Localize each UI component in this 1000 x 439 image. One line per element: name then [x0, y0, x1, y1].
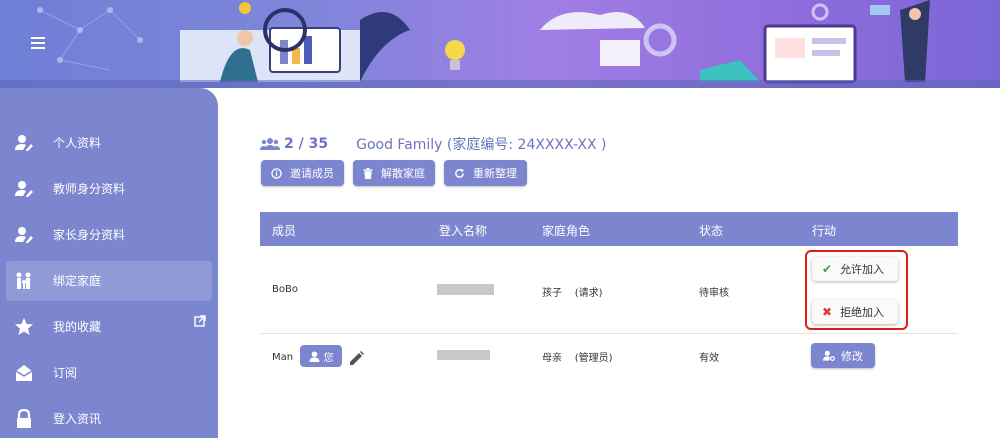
family-header: 2 / 35 Good Family (家庭编号: 24XXXX-XX )	[260, 134, 606, 154]
column-header: 家庭角色	[542, 224, 591, 238]
lock-icon	[17, 409, 31, 428]
sidebar-item-label: 登入资讯	[53, 412, 102, 426]
column-header: 登入名称	[439, 224, 488, 238]
user-edit-icon	[15, 135, 33, 151]
refresh-icon	[455, 168, 464, 178]
dissolve-family-button[interactable]: 解散家庭	[353, 160, 435, 186]
sidebar-item-label: 个人资料	[53, 136, 102, 150]
users-icon	[260, 138, 280, 150]
redacted-login-name	[437, 350, 490, 360]
column-header: 状态	[699, 224, 724, 238]
sidebar-item-parent[interactable]: 家长身分资料	[6, 215, 212, 255]
reorganize-button[interactable]: 重新整理	[444, 160, 527, 186]
sidebar-item-profile[interactable]: 个人资料	[6, 123, 212, 163]
check-icon: ✔	[822, 262, 833, 276]
sidebar-item-label: 教师身分资料	[53, 182, 126, 196]
approve-join-button[interactable]: ✔ 允许加入	[812, 257, 898, 281]
family-role: 孩子 (请求)	[542, 288, 603, 299]
family-name: Good Family (家庭编号: 24XXXX-XX )	[356, 137, 607, 153]
sidebar-item-login-info[interactable]: 登入资讯	[6, 399, 212, 439]
sidebar: 个人资料 教师身分资料 家长身分资料 绑定家庭 我的收藏 订阅 登入资讯	[0, 88, 218, 438]
banner-illustration	[37, 0, 930, 84]
external-link-icon[interactable]	[194, 315, 206, 327]
sidebar-item-label: 订阅	[53, 366, 78, 380]
star-icon	[15, 318, 33, 335]
redacted-login-name	[437, 284, 494, 295]
sidebar-item-subscribe[interactable]: 订阅	[6, 353, 212, 393]
envelope-open-icon	[15, 365, 33, 381]
edit-member-button[interactable]: 修改	[811, 343, 875, 368]
sidebar-item-label: 家长身分资料	[53, 228, 126, 242]
member-name: Man	[272, 352, 294, 363]
info-icon	[271, 167, 282, 179]
members-table-header: 成员 登入名称 家庭角色 状态 行动	[260, 212, 958, 246]
family-actions: 邀请成员 解散家庭 重新整理	[261, 160, 527, 186]
member-name: BoBo	[272, 284, 298, 295]
sidebar-item-favorites[interactable]: 我的收藏	[6, 307, 212, 347]
member-count: 2 / 35	[284, 136, 329, 152]
member-status: 待审核	[699, 288, 729, 299]
family-role: 母亲 (管理员)	[542, 353, 613, 364]
user-edit-icon	[15, 227, 33, 243]
member-status: 有效	[699, 353, 719, 364]
pencil-icon[interactable]	[349, 351, 364, 366]
sidebar-item-teacher[interactable]: 教师身分资料	[6, 169, 212, 209]
sidebar-item-label: 绑定家庭	[53, 274, 102, 288]
sidebar-item-family[interactable]: 绑定家庭	[6, 261, 212, 301]
you-badge: 您	[300, 345, 342, 367]
user-icon	[308, 350, 320, 362]
invite-member-button[interactable]: 邀请成员	[261, 160, 344, 186]
user-cog-icon	[823, 350, 835, 361]
family-icon	[16, 272, 31, 289]
trash-icon	[363, 167, 373, 179]
column-header: 成员	[272, 224, 297, 238]
header-banner	[0, 0, 1000, 88]
column-header: 行动	[812, 224, 837, 238]
user-edit-icon	[15, 181, 33, 197]
close-icon: ✖	[822, 305, 833, 319]
reject-join-button[interactable]: ✖ 拒绝加入	[812, 300, 898, 324]
sidebar-item-label: 我的收藏	[53, 320, 102, 334]
